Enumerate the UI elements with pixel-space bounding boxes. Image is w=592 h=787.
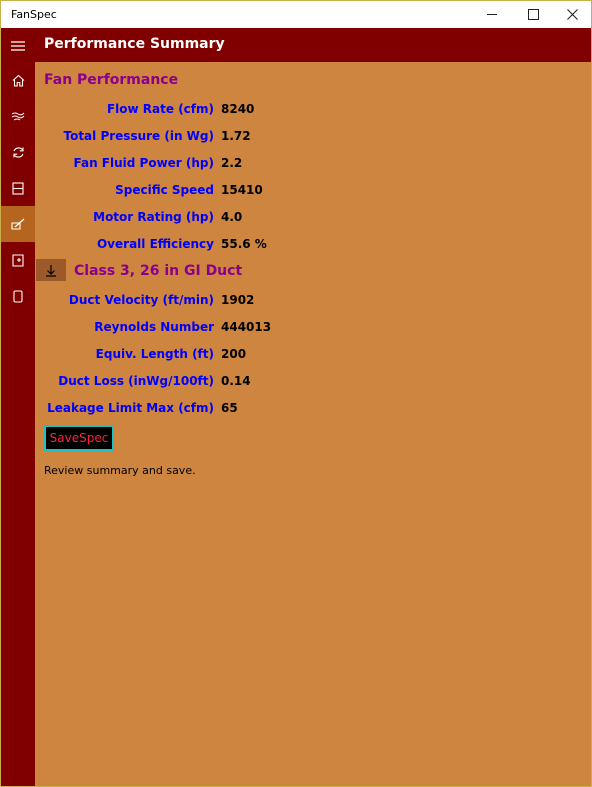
row-value: 444013 xyxy=(221,320,272,334)
nav-item-report[interactable] xyxy=(1,242,35,278)
row-label: Equiv. Length (ft) xyxy=(95,347,214,361)
airflow-icon xyxy=(11,112,25,121)
summary-row: Specific Speed 15410 xyxy=(35,181,591,201)
nav-item-performance[interactable] xyxy=(1,206,35,242)
row-value: 0.14 xyxy=(221,374,251,388)
page-title: Performance Summary xyxy=(44,36,225,52)
summary-row: Motor Rating (hp) 4.0 xyxy=(35,208,591,228)
duct-section-toggle-button[interactable] xyxy=(36,259,66,281)
close-button[interactable] xyxy=(554,1,591,28)
row-value: 1902 xyxy=(221,293,255,307)
summary-row: Reynolds Number 444013 xyxy=(35,318,591,338)
page-header: Performance Summary xyxy=(35,28,591,62)
row-label: Duct Velocity (ft/min) xyxy=(68,293,214,307)
row-value: 2.2 xyxy=(221,156,243,170)
nav-toggle-button[interactable] xyxy=(1,28,35,64)
duct-section-title: Class 3, 26 in GI Duct xyxy=(74,263,243,279)
row-label: Specific Speed xyxy=(115,183,214,197)
maximize-button[interactable] xyxy=(515,1,552,28)
summary-row: Overall Efficiency 55.6 % xyxy=(35,235,591,255)
row-label: Fan Fluid Power (hp) xyxy=(73,156,214,170)
row-label: Total Pressure (in Wg) xyxy=(63,129,214,143)
close-icon xyxy=(567,9,578,20)
title-bar: FanSpec xyxy=(1,1,591,28)
summary-row: Flow Rate (cfm) 8240 xyxy=(35,100,591,120)
nav-item-airflow[interactable] xyxy=(1,98,35,134)
maximize-icon xyxy=(528,9,539,20)
row-value: 55.6 % xyxy=(221,237,267,251)
row-value: 4.0 xyxy=(221,210,243,224)
row-label: Overall Efficiency xyxy=(96,237,214,251)
performance-icon xyxy=(11,218,25,230)
home-icon xyxy=(12,74,24,87)
minimize-icon xyxy=(486,14,497,15)
refresh-icon xyxy=(12,146,24,158)
summary-row: Total Pressure (in Wg) 1.72 xyxy=(35,127,591,147)
status-text: Review summary and save. xyxy=(44,464,196,477)
summary-row: Duct Velocity (ft/min) 1902 xyxy=(35,291,591,311)
row-value: 15410 xyxy=(221,183,263,197)
nav-pane xyxy=(1,28,35,786)
minimize-button[interactable] xyxy=(473,1,510,28)
summary-row: Equiv. Length (ft) 200 xyxy=(35,345,591,365)
document-add-icon xyxy=(12,253,24,267)
app-window: FanSpec Performance Summary Fan Performa… xyxy=(0,0,592,787)
row-label: Motor Rating (hp) xyxy=(93,210,214,224)
save-spec-button[interactable]: SaveSpec xyxy=(44,425,114,451)
row-value: 1.72 xyxy=(221,129,251,143)
summary-row: Leakage Limit Max (cfm) 65 xyxy=(35,399,591,419)
row-value: 65 xyxy=(221,401,238,415)
summary-row: Duct Loss (inWg/100ft) 0.14 xyxy=(35,372,591,392)
fan-performance-title: Fan Performance xyxy=(44,72,179,88)
row-value: 200 xyxy=(221,347,247,361)
row-value: 8240 xyxy=(221,102,255,116)
summary-row: Fan Fluid Power (hp) 2.2 xyxy=(35,154,591,174)
row-label: Flow Rate (cfm) xyxy=(106,102,214,116)
app-title: FanSpec xyxy=(11,8,57,21)
nav-item-refresh[interactable] xyxy=(1,134,35,170)
row-label: Reynolds Number xyxy=(94,320,214,334)
row-label: Leakage Limit Max (cfm) xyxy=(47,401,214,415)
nav-item-home[interactable] xyxy=(1,62,35,98)
hamburger-menu-icon xyxy=(11,41,25,51)
nav-item-page[interactable] xyxy=(1,278,35,314)
nav-item-duct[interactable] xyxy=(1,170,35,206)
page-icon xyxy=(13,289,23,303)
arrow-down-icon xyxy=(46,264,56,277)
row-label: Duct Loss (inWg/100ft) xyxy=(58,374,214,388)
duct-section-icon xyxy=(12,181,24,195)
